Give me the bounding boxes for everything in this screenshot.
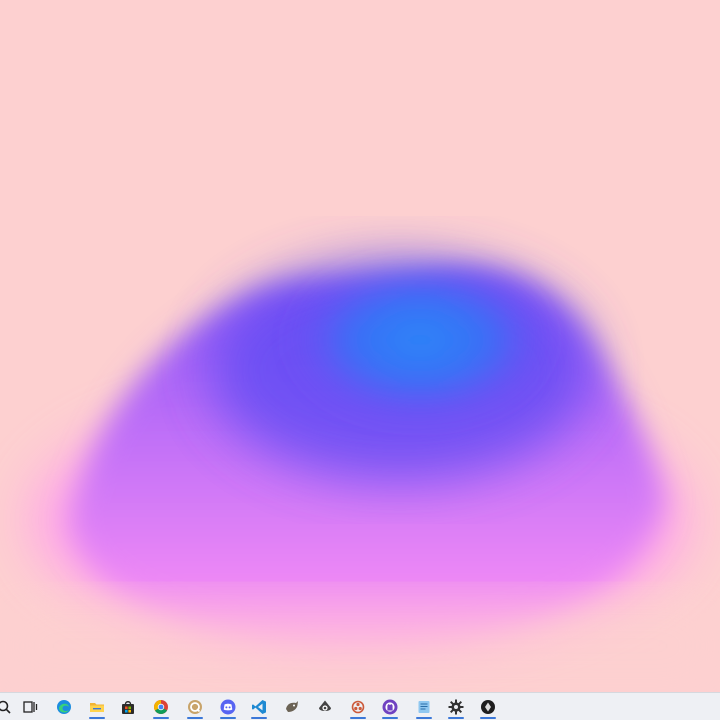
discord-icon	[220, 699, 236, 715]
blob-bottom-fade	[0, 600, 720, 692]
blob-blue-core	[290, 260, 550, 420]
settings-gear-icon	[448, 699, 464, 715]
microsoft-store-icon	[122, 701, 134, 714]
taskbar-file-explorer-button[interactable]	[83, 695, 111, 719]
desktop	[0, 0, 720, 692]
taskbar	[0, 692, 720, 720]
chrome-browser-icon	[154, 700, 168, 714]
taskbar-qbittorrent-button[interactable]	[181, 695, 209, 719]
taskbar-gimp-button[interactable]	[278, 695, 306, 719]
app-circle-icon	[481, 700, 495, 714]
wallpaper-gradient-blob	[0, 260, 720, 692]
taskbar-discord-button[interactable]	[214, 695, 242, 719]
vscode-icon	[252, 700, 266, 714]
task-view-icon	[23, 701, 38, 713]
taskbar-settings-button[interactable]	[442, 695, 470, 719]
inkscape-icon	[319, 700, 331, 711]
taskbar-inkscape-button[interactable]	[311, 695, 339, 719]
edge-browser-icon	[57, 700, 71, 714]
taskbar-store-button[interactable]	[114, 695, 142, 719]
search-icon	[0, 700, 11, 714]
obs-icon	[351, 700, 365, 714]
taskbar-github-desktop-button[interactable]	[376, 695, 404, 719]
notepad-icon	[418, 701, 430, 713]
taskbar-obs-button[interactable]	[344, 695, 372, 719]
taskbar-app-circle-button[interactable]	[474, 695, 502, 719]
taskbar-task-view-button[interactable]	[16, 695, 44, 719]
taskbar-vscode-button[interactable]	[245, 695, 273, 719]
taskbar-edge-button[interactable]	[50, 695, 78, 719]
github-desktop-icon	[382, 699, 398, 715]
file-explorer-icon	[90, 703, 104, 712]
qbittorrent-icon	[188, 700, 202, 714]
gimp-icon	[286, 701, 298, 712]
taskbar-chrome-button[interactable]	[147, 695, 175, 719]
taskbar-notepad-button[interactable]	[410, 695, 438, 719]
